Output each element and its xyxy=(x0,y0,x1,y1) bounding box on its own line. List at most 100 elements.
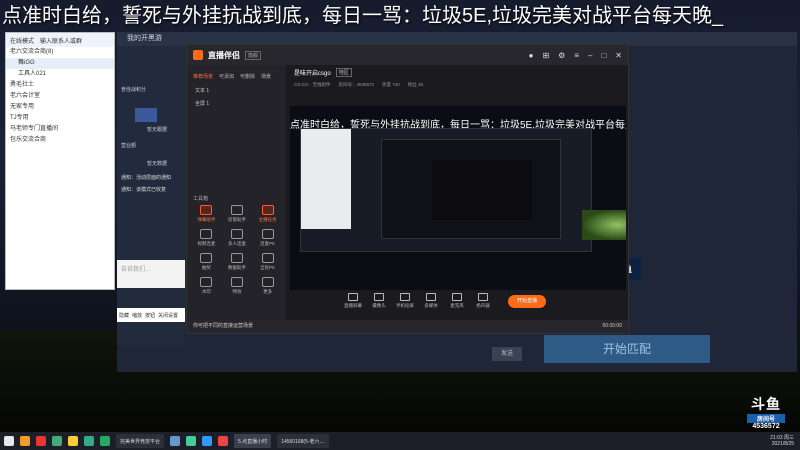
tool-button[interactable]: 主播任务 xyxy=(252,205,283,223)
app-icon[interactable] xyxy=(218,436,229,446)
contact-row[interactable]: 无家专用 xyxy=(6,102,114,113)
app-icon[interactable] xyxy=(52,436,62,446)
tool-label: 主播任务 xyxy=(258,217,277,222)
taskrow-item[interactable]: 缩放 xyxy=(132,312,142,319)
nested-window xyxy=(301,129,351,229)
stat-item: 热度 740 xyxy=(382,82,400,87)
scene-item[interactable]: 文本 1 xyxy=(187,84,286,97)
app-icon[interactable] xyxy=(202,436,213,446)
tool-button[interactable]: 全民PK xyxy=(252,253,283,271)
start-match-button[interactable]: 开始匹配 xyxy=(544,335,710,363)
tab-recommend[interactable]: 推荐场景 xyxy=(193,73,213,80)
stream-preview: 点准时白给，誓死与外挂抗战到底，每日一骂：垃圾5E,垃圾完美对战平台每天晚_ xyxy=(290,106,626,290)
start-icon[interactable] xyxy=(4,436,14,446)
scene-item[interactable]: 全屏 1 xyxy=(187,97,286,110)
tool-button[interactable]: 特效 xyxy=(222,277,253,295)
contact-row[interactable]: 老六会计室 xyxy=(6,91,114,102)
app-titlebar: 直播伴侣 旗舰 ● ⊞ ⚙ ≡ – □ ✕ xyxy=(187,45,628,65)
version-badge: 旗舰 xyxy=(245,50,262,60)
window-title: 5.点直播小时 xyxy=(238,438,268,445)
avatar-icon[interactable]: ● xyxy=(529,51,534,60)
tool-button[interactable]: 水印 xyxy=(191,277,222,295)
contact-row[interactable]: 包乐交流合商 xyxy=(6,135,114,146)
source-label: 手机投屏 xyxy=(396,303,414,308)
nested-preview-3 xyxy=(432,160,532,220)
source-icon xyxy=(478,293,488,301)
app-icon[interactable] xyxy=(20,436,30,446)
taskbar-window[interactable]: 14560168(5-老六… xyxy=(277,434,329,448)
tool-label: 弹幕助手 xyxy=(197,217,216,222)
app-icon[interactable] xyxy=(186,436,197,446)
app-icon[interactable] xyxy=(84,436,94,446)
douyu-logo: 斗鱼 xyxy=(751,396,781,412)
menu-icon[interactable]: ≡ xyxy=(574,51,579,60)
source-label: 摄像头 xyxy=(372,303,386,308)
source-icon xyxy=(374,293,384,301)
skin-icon[interactable]: ⊞ xyxy=(542,51,549,60)
chat-input[interactable]: 告诉我们... xyxy=(117,260,185,288)
contact-row[interactable]: 老六交流合商(8) xyxy=(6,47,114,58)
tool-button[interactable]: 多人连麦 xyxy=(222,229,253,247)
minimize-icon[interactable]: – xyxy=(588,51,592,60)
contact-row[interactable]: 工具人021 xyxy=(6,69,114,80)
source-label: 麦克风 xyxy=(450,303,464,308)
platform-side-panel: 普佳战积分 暂无跟据 营业额 暂无数据 xyxy=(117,46,185,346)
contact-row[interactable]: 马老师专门直播间 xyxy=(6,124,114,135)
tool-button[interactable]: 房管助手 xyxy=(222,205,253,223)
source-button[interactable]: 扬声器 xyxy=(472,293,494,309)
source-button[interactable]: 手机投屏 xyxy=(394,293,416,309)
stat-item: 粉丝 46 xyxy=(407,82,424,87)
contact-row[interactable]: 勇毛社士 xyxy=(6,80,114,91)
qq-mode[interactable]: 在线模式 xyxy=(10,36,34,45)
source-label: 扬声器 xyxy=(476,303,490,308)
nested-preview xyxy=(300,128,626,252)
wechat-icon[interactable] xyxy=(100,436,110,446)
taskbar-window[interactable]: 完美世界竞技平台 xyxy=(116,434,165,448)
maximize-icon[interactable]: □ xyxy=(601,51,606,60)
taskrow-item[interactable]: 隐藏 xyxy=(119,312,129,319)
tool-button[interactable]: 抽奖 xyxy=(191,253,222,271)
source-label: 直播屏幕 xyxy=(344,303,362,308)
send-button[interactable]: 发送 xyxy=(492,347,522,361)
tab-scene[interactable]: 场景 xyxy=(261,73,271,80)
room-title[interactable]: 是味开启csgo xyxy=(294,68,331,77)
app-icon[interactable] xyxy=(68,436,78,446)
tool-label: 特效 xyxy=(232,289,242,294)
tool-icon xyxy=(230,253,243,263)
tool-icon xyxy=(261,229,274,239)
tool-label: 水印 xyxy=(201,289,211,294)
tool-button[interactable]: 视频连麦 xyxy=(191,229,222,247)
scrolling-banner-text: 点准时白给，誓死与外挂抗战到底，每日一骂：垃圾5E,垃圾完美对战平台每天晚_ xyxy=(2,5,724,27)
source-button[interactable]: 多媒体 xyxy=(420,293,442,309)
toolbox-grid: 弹幕助手 房管助手 主播任务视频连麦 多人连麦 连麦PK 抽奖 数据助手 全民PK 水印 特效 更多 xyxy=(191,205,283,295)
app-icon[interactable] xyxy=(36,436,46,446)
source-button[interactable]: 直播屏幕 xyxy=(342,293,364,309)
tool-label: 视频连麦 xyxy=(197,241,216,246)
room-info: 是味开启csgo 地区 xyxy=(286,65,628,79)
room-stats: CS:GO · 无线组件 房间号：4536572 热度 740 粉丝 46 xyxy=(286,79,628,91)
settings-icon[interactable]: ⚙ xyxy=(558,51,565,60)
room-label: 房间号 xyxy=(747,414,785,423)
start-live-button[interactable]: 开始直播 xyxy=(508,294,546,308)
room-tag[interactable]: 地区 xyxy=(335,67,352,77)
qq-search-input[interactable]: 输入联系人或群 xyxy=(40,36,82,45)
tab-add[interactable]: 可添加 xyxy=(219,73,234,80)
close-icon[interactable]: ✕ xyxy=(615,51,622,60)
tab-delete[interactable]: 可删除 xyxy=(240,73,255,80)
system-clock[interactable]: 21:03 周三 2021/8/25 xyxy=(770,435,800,447)
contact-row[interactable]: 舞iGG xyxy=(6,58,114,69)
taskbar-window[interactable]: 5.点直播小时 xyxy=(234,434,272,448)
taskrow-item[interactable]: 关闭设置 xyxy=(158,312,178,319)
tool-button[interactable]: 连麦PK xyxy=(252,229,283,247)
window-title: 14560168(5-老六… xyxy=(281,438,325,445)
taskrow-item[interactable]: 按钮 xyxy=(145,312,155,319)
app-icon[interactable] xyxy=(170,436,181,446)
source-button[interactable]: 摄像头 xyxy=(368,293,390,309)
tool-button[interactable]: 更多 xyxy=(252,277,283,295)
tool-label: 抽奖 xyxy=(201,265,211,270)
source-button[interactable]: 麦克风 xyxy=(446,293,468,309)
tool-button[interactable]: 数据助手 xyxy=(222,253,253,271)
tool-label: 多人连麦 xyxy=(227,241,246,246)
contact-row[interactable]: TJ专用 xyxy=(6,113,114,124)
tool-button[interactable]: 弹幕助手 xyxy=(191,205,222,223)
